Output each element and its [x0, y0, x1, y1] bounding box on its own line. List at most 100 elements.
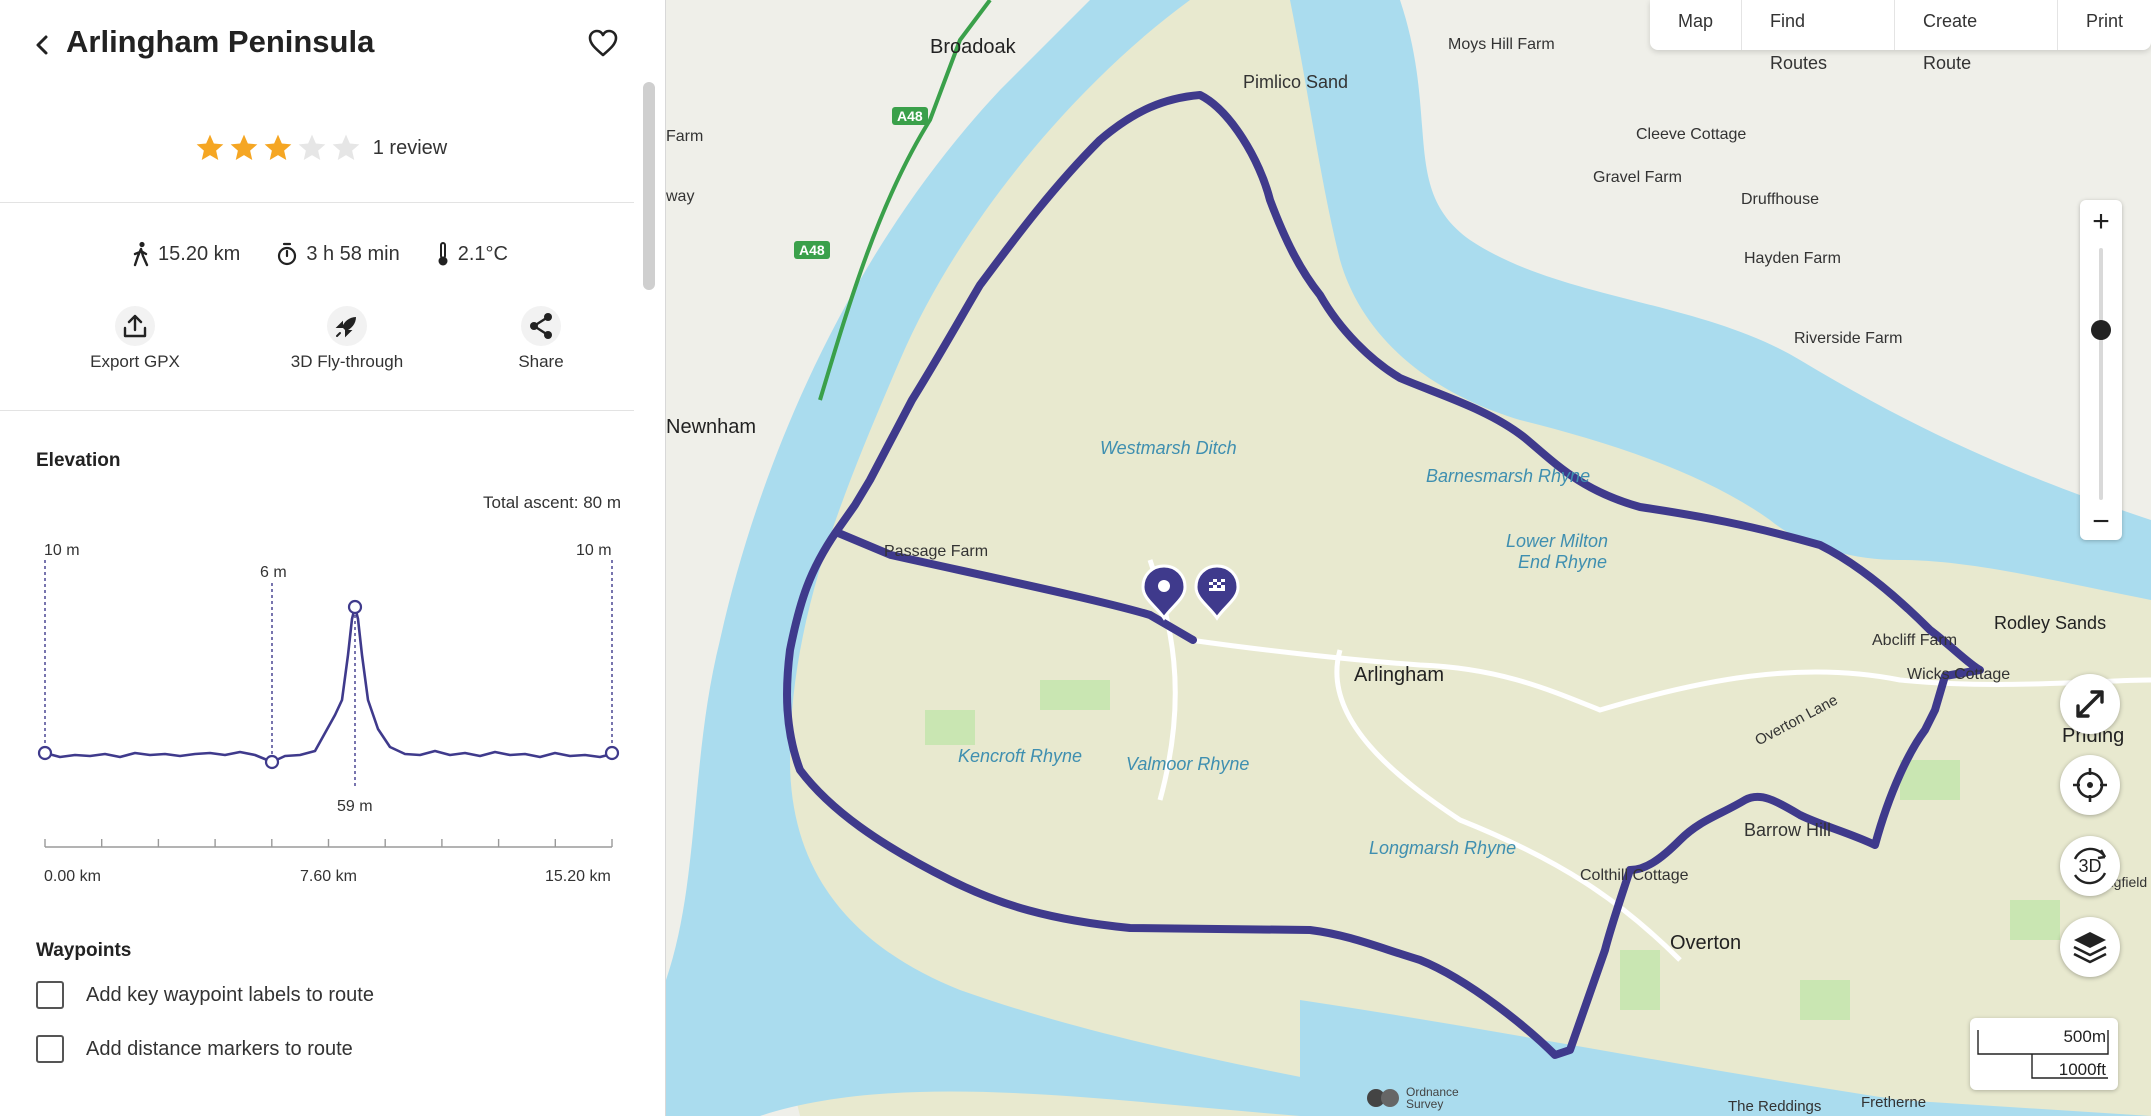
map-label: Passage Farm: [884, 543, 989, 560]
expand-icon: [2076, 690, 2104, 718]
heart-icon[interactable]: [586, 26, 620, 60]
ordnance-survey-logo: Ordnance Survey: [1366, 1086, 1466, 1110]
share-icon: [530, 313, 552, 339]
star-filled-icon: [196, 134, 224, 160]
3d-view-button[interactable]: 3D: [2060, 836, 2120, 896]
page-title: Arlingham Peninsula: [66, 24, 375, 59]
map-label: Druffhouse: [1741, 191, 1819, 208]
total-ascent: Total ascent: 80 m: [483, 493, 621, 512]
distance-value: 15.20 km: [158, 242, 241, 265]
map-canvas[interactable]: Broadoak Pimlico Sand Moys Hill Farm Cle…: [666, 0, 2151, 1116]
route-actions: Export GPX 3D Fly-through Share: [0, 300, 640, 380]
map-label: Valmoor Rhyne: [1126, 754, 1250, 774]
3d-rotate-icon: 3D: [2073, 847, 2107, 885]
distance-markers-text: Add distance markers to route: [86, 1037, 353, 1060]
route-stats: 15.20 km 3 h 58 min 2.1°C: [0, 237, 640, 271]
elevation-end-label: 10 m: [576, 542, 612, 559]
layers-icon: [2073, 932, 2107, 964]
map-label: Colthill Cottage: [1580, 867, 1689, 884]
star-rating: [193, 132, 363, 164]
map-label: Broadoak: [930, 36, 1016, 58]
map-top-navigation: Map Find Routes Create Route Print: [1650, 0, 2151, 73]
elevation-start-marker: [37, 745, 53, 761]
zoom-slider-handle[interactable]: [2091, 319, 2111, 340]
divider: [0, 202, 634, 203]
share-label: Share: [518, 352, 564, 371]
elevation-end-marker: [604, 745, 620, 761]
waypoint-labels-text: Add key waypoint labels to route: [86, 983, 374, 1006]
upload-icon: [123, 314, 147, 338]
waypoint-labels-checkbox[interactable]: [36, 981, 64, 1009]
distance-stat: 15.20 km: [132, 241, 240, 267]
route-details-panel: Arlingham Peninsula 1 review 15.20 km 3 …: [0, 0, 666, 1116]
distance-markers-option[interactable]: Add distance markers to route: [36, 1035, 353, 1063]
nav-create-route[interactable]: Create Route: [1895, 0, 2058, 73]
map-label: Barrow Hill: [1744, 820, 1832, 840]
nav-map[interactable]: Map: [1650, 0, 1743, 50]
zoom-out-button[interactable]: −: [2080, 502, 2122, 542]
fullscreen-button[interactable]: [2060, 674, 2120, 734]
elevation-mid-marker: [264, 754, 280, 770]
nav-print[interactable]: Print: [2058, 0, 2151, 50]
ordnance-survey-logo-icon: [1367, 1089, 1399, 1107]
map-scale: 500m 1000ft: [1970, 1018, 2118, 1090]
share-button[interactable]: Share: [441, 300, 641, 372]
elevation-peak-label: 59 m: [337, 798, 373, 815]
locate-me-button[interactable]: [2060, 755, 2120, 815]
map-label: Farm: [666, 128, 704, 145]
waypoints-heading: Waypoints: [36, 940, 132, 961]
nav-find-routes[interactable]: Find Routes: [1742, 0, 1896, 73]
map-label: The Reddings: [1728, 1098, 1822, 1115]
map-label: Longmarsh Rhyne: [1369, 838, 1517, 858]
map-label: Abcliff Farm: [1872, 632, 1958, 649]
divider: [0, 410, 634, 411]
map-label: Fretherne: [1861, 1094, 1927, 1111]
zoom-slider-track[interactable]: [2099, 248, 2103, 500]
map-label: Overton: [1670, 932, 1742, 954]
elevation-chart[interactable]: 10 m 6 m 10 m 59 m 0.00 km 7.60 km 15.20…: [30, 535, 630, 895]
review-count[interactable]: 1 review: [373, 137, 447, 160]
zoom-control: + −: [2080, 200, 2122, 540]
zoom-in-button[interactable]: +: [2080, 202, 2122, 242]
map-label: Arlingham: [1354, 664, 1445, 686]
temperature-stat: 2.1°C: [436, 241, 508, 267]
elevation-profile-line: [44, 605, 613, 764]
duration-stat: 3 h 58 min: [276, 242, 400, 266]
map-label: Hayden Farm: [1744, 250, 1841, 267]
xaxis-mid-label: 7.60 km: [300, 868, 357, 885]
waypoint-labels-option[interactable]: Add key waypoint labels to route: [36, 981, 374, 1009]
crosshair-icon: [2073, 768, 2107, 802]
duration-value: 3 h 58 min: [306, 242, 400, 265]
elevation-start-label: 10 m: [44, 542, 80, 559]
export-gpx-label: Export GPX: [90, 352, 180, 371]
map-label: Rodley Sands: [1994, 613, 2107, 633]
map-label: Pimlico Sand: [1243, 72, 1349, 92]
svg-text:3D: 3D: [2078, 856, 2101, 876]
panel-header: Arlingham Peninsula: [0, 0, 640, 90]
road-number-badge: A48: [794, 241, 830, 259]
road-number-badge: A48: [892, 107, 928, 125]
export-gpx-button[interactable]: Export GPX: [35, 300, 235, 372]
thermometer-icon: [438, 242, 448, 266]
star-empty-icon: [332, 134, 360, 160]
map-layers-button[interactable]: [2060, 917, 2120, 977]
rocket-icon: [335, 317, 356, 338]
elevation-heading: Elevation: [36, 450, 121, 471]
elevation-peak-marker: [347, 599, 363, 615]
walking-person-icon: [133, 241, 149, 267]
map-label: way: [666, 188, 695, 205]
back-arrow-icon[interactable]: [28, 30, 56, 60]
xaxis-start-label: 0.00 km: [44, 868, 101, 885]
flythrough-button[interactable]: 3D Fly-through: [247, 300, 447, 372]
xaxis-end-label: 15.20 km: [545, 868, 611, 885]
map-label: Newnham: [666, 416, 757, 438]
distance-markers-checkbox[interactable]: [36, 1035, 64, 1063]
map-label: Gravel Farm: [1593, 169, 1682, 186]
elevation-mid-label: 6 m: [260, 564, 287, 581]
panel-scrollbar[interactable]: [643, 82, 655, 290]
map-label: Westmarsh Ditch: [1100, 438, 1237, 458]
scale-imperial: 1000ft: [2058, 1060, 2106, 1079]
star-filled-icon: [264, 134, 292, 160]
temperature-value: 2.1°C: [457, 242, 508, 265]
map-label: Cleeve Cottage: [1636, 126, 1747, 143]
